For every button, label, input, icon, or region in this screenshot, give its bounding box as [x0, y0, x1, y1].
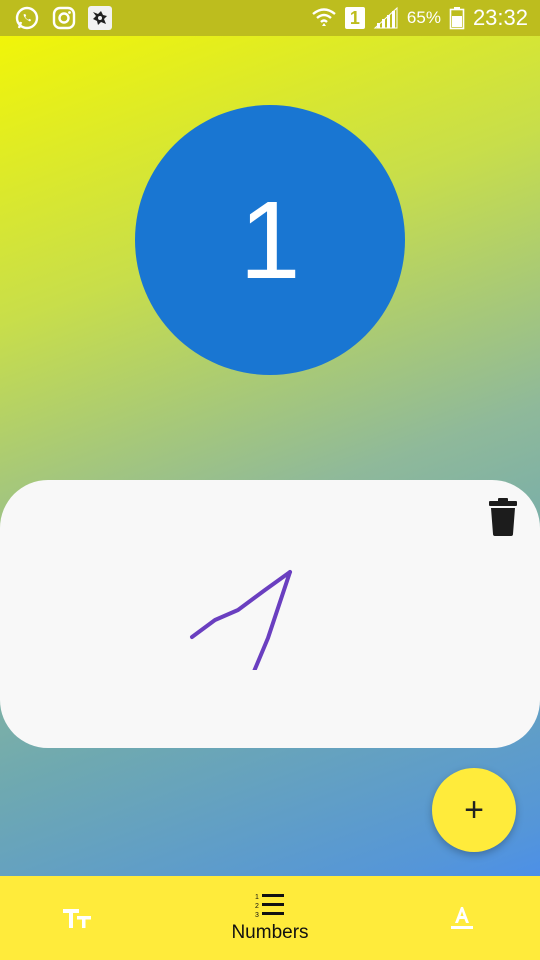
- drawing-card[interactable]: [0, 480, 540, 748]
- status-bar: 1 65% 23:32: [0, 0, 540, 36]
- handwritten-drawing: [180, 520, 320, 702]
- numbered-list-icon: 1 2 3: [255, 894, 284, 918]
- signal-icon: [373, 6, 399, 30]
- nav-item-text-color[interactable]: [414, 876, 510, 960]
- sim-indicator: 1: [344, 7, 365, 29]
- instagram-icon: [52, 6, 76, 30]
- trash-icon: [489, 498, 517, 536]
- wifi-icon: [311, 6, 337, 30]
- number-display-value: 1: [239, 178, 301, 302]
- status-left-icons: [14, 5, 112, 31]
- number-display-circle[interactable]: 1: [135, 105, 405, 375]
- delete-button[interactable]: [488, 498, 518, 536]
- add-button[interactable]: +: [432, 768, 516, 852]
- add-icon: +: [464, 791, 484, 829]
- battery-icon: [449, 6, 465, 30]
- svg-text:1: 1: [255, 894, 259, 901]
- svg-text:3: 3: [255, 912, 259, 918]
- bottom-navigation: 1 2 3 Numbers: [0, 876, 540, 960]
- nav-item-text-size[interactable]: [30, 876, 126, 960]
- clock: 23:32: [472, 5, 528, 30]
- nav-item-numbers[interactable]: 1 2 3 Numbers: [200, 876, 340, 960]
- text-size-icon: [63, 909, 91, 928]
- svg-text:2: 2: [255, 903, 259, 910]
- app-thumbnail-icon: [88, 6, 112, 30]
- nav-label-numbers: Numbers: [231, 922, 309, 943]
- battery-percent: 65%: [406, 8, 441, 27]
- app-background: 1 65% 23:32 1 + 1 2 3 Numbers: [0, 0, 540, 960]
- whatsapp-icon: [14, 5, 40, 31]
- status-right-icons: 1 65% 23:32: [311, 3, 528, 33]
- text-color-icon: [451, 907, 473, 929]
